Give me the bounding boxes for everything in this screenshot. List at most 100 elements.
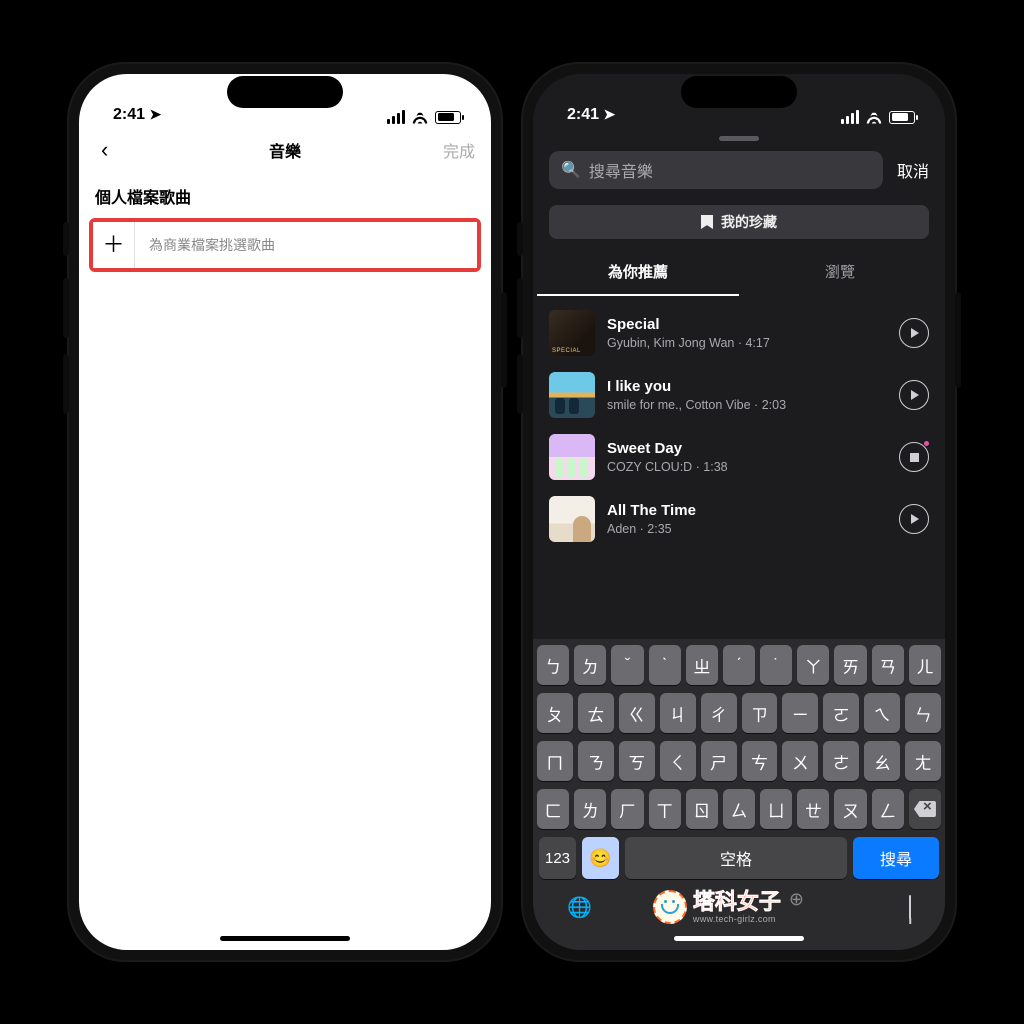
key-backspace[interactable]	[909, 789, 941, 829]
key-char[interactable]: ㄢ	[872, 645, 904, 685]
saved-label: 我的珍藏	[721, 212, 777, 232]
album-cover	[549, 496, 595, 542]
battery-icon	[435, 111, 461, 124]
key-char[interactable]: ㄍ	[619, 693, 655, 733]
key-char[interactable]: ˇ	[611, 645, 643, 685]
key-char[interactable]: ㄈ	[537, 789, 569, 829]
watermark-globe-icon: ⊕	[789, 890, 804, 908]
location-icon: ➤	[603, 106, 615, 123]
tab-recommended[interactable]: 為你推薦	[537, 251, 739, 296]
cellular-icon	[387, 110, 405, 124]
song-list: Special Gyubin, Kim Jong Wan · 4:17 I li…	[533, 296, 945, 550]
done-button[interactable]: 完成	[443, 138, 475, 162]
key-char[interactable]: ㄝ	[797, 789, 829, 829]
key-char[interactable]: ˊ	[723, 645, 755, 685]
search-input[interactable]: 🔍 搜尋音樂	[549, 151, 883, 189]
key-char[interactable]: ㄜ	[823, 741, 859, 781]
song-row[interactable]: Special Gyubin, Kim Jong Wan · 4:17	[543, 302, 935, 364]
key-char[interactable]: ㄉ	[574, 645, 606, 685]
phone-left: 2:41 ➤ ‹ 音樂 完成 個人檔案歌曲 ＋ 為商業檔案挑選歌曲	[67, 62, 503, 962]
wifi-icon	[865, 111, 883, 124]
play-button[interactable]	[899, 380, 929, 410]
play-button[interactable]	[899, 318, 929, 348]
key-char[interactable]: ㄋ	[578, 741, 614, 781]
home-indicator[interactable]	[674, 936, 804, 941]
saved-button[interactable]: 我的珍藏	[549, 205, 929, 239]
key-char[interactable]: ㄇ	[537, 741, 573, 781]
cancel-button[interactable]: 取消	[897, 158, 929, 182]
key-char[interactable]: ㄒ	[649, 789, 681, 829]
bookmark-icon	[701, 215, 713, 229]
watermark-logo-icon	[653, 890, 687, 924]
key-char[interactable]: ㄔ	[701, 693, 737, 733]
key-char[interactable]: ㄡ	[834, 789, 866, 829]
mic-icon[interactable]	[909, 896, 911, 919]
watermark-url: www.tech-girlz.com	[693, 915, 781, 924]
key-char[interactable]: ㄖ	[686, 789, 718, 829]
key-char[interactable]: ㄥ	[872, 789, 904, 829]
key-char[interactable]: ㄓ	[686, 645, 718, 685]
page-title: 音樂	[79, 138, 491, 162]
key-space[interactable]: 空格	[625, 837, 847, 879]
album-cover	[549, 434, 595, 480]
key-char[interactable]: ˙	[760, 645, 792, 685]
phone-right: 2:41 ➤ 🔍 搜尋音樂 取消 我的珍藏 為你	[521, 62, 957, 962]
home-indicator[interactable]	[220, 936, 350, 941]
key-char[interactable]: ㄆ	[537, 693, 573, 733]
song-subtitle: Aden · 2:35	[607, 522, 887, 536]
key-char[interactable]: ㄑ	[660, 741, 696, 781]
key-char[interactable]: ㄞ	[834, 645, 866, 685]
song-title: Special	[607, 316, 887, 333]
sheet-grabber[interactable]	[719, 136, 759, 141]
cellular-icon	[841, 110, 859, 124]
key-char[interactable]: ˋ	[649, 645, 681, 685]
add-song-highlight: ＋ 為商業檔案挑選歌曲	[89, 218, 481, 272]
key-char[interactable]: ㄠ	[864, 741, 900, 781]
album-cover	[549, 310, 595, 356]
globe-icon[interactable]: 🌐	[567, 895, 592, 920]
key-char[interactable]: ㄗ	[742, 693, 778, 733]
key-search[interactable]: 搜尋	[853, 837, 939, 879]
key-char[interactable]: ㄏ	[611, 789, 643, 829]
battery-icon	[889, 111, 915, 124]
key-char[interactable]: ㄣ	[905, 693, 941, 733]
key-char[interactable]: ㄎ	[619, 741, 655, 781]
play-button[interactable]	[899, 504, 929, 534]
key-char[interactable]: ㄦ	[909, 645, 941, 685]
song-row[interactable]: I like you smile for me., Cotton Vibe · …	[543, 364, 935, 426]
status-time: 2:41	[113, 106, 145, 123]
key-char[interactable]: ㄊ	[578, 693, 614, 733]
song-subtitle: Gyubin, Kim Jong Wan · 4:17	[607, 336, 887, 350]
song-title: I like you	[607, 378, 887, 395]
key-char[interactable]: ㄐ	[660, 693, 696, 733]
search-placeholder: 搜尋音樂	[589, 158, 653, 182]
key-char[interactable]: ㄙ	[723, 789, 755, 829]
plus-icon: ＋	[93, 222, 135, 268]
key-char[interactable]: ㄧ	[782, 693, 818, 733]
song-row[interactable]: Sweet Day COZY CLOU:D · 1:38	[543, 426, 935, 488]
watermark: 塔科女子 www.tech-girlz.com ⊕	[653, 890, 804, 924]
key-char[interactable]: ㄨ	[782, 741, 818, 781]
key-char[interactable]: ㄟ	[864, 693, 900, 733]
back-button[interactable]: ‹	[95, 133, 114, 167]
search-icon: 🔍	[561, 160, 581, 180]
status-time: 2:41	[567, 106, 599, 123]
wifi-icon	[411, 111, 429, 124]
key-123[interactable]: 123	[539, 837, 576, 879]
song-row[interactable]: All The Time Aden · 2:35	[543, 488, 935, 550]
key-char[interactable]: ㄕ	[701, 741, 737, 781]
song-title: All The Time	[607, 502, 887, 519]
tab-browse[interactable]: 瀏覽	[739, 251, 941, 296]
key-char[interactable]: ㄚ	[797, 645, 829, 685]
key-char[interactable]: ㄌ	[574, 789, 606, 829]
key-emoji[interactable]: 😊	[582, 837, 619, 879]
key-char[interactable]: ㄛ	[823, 693, 859, 733]
location-icon: ➤	[149, 106, 161, 123]
key-char[interactable]: ㄅ	[537, 645, 569, 685]
backspace-icon	[914, 801, 936, 817]
key-char[interactable]: ㄘ	[742, 741, 778, 781]
stop-button[interactable]	[899, 442, 929, 472]
key-char[interactable]: ㄩ	[760, 789, 792, 829]
add-song-row[interactable]: ＋ 為商業檔案挑選歌曲	[93, 222, 477, 268]
key-char[interactable]: ㄤ	[905, 741, 941, 781]
